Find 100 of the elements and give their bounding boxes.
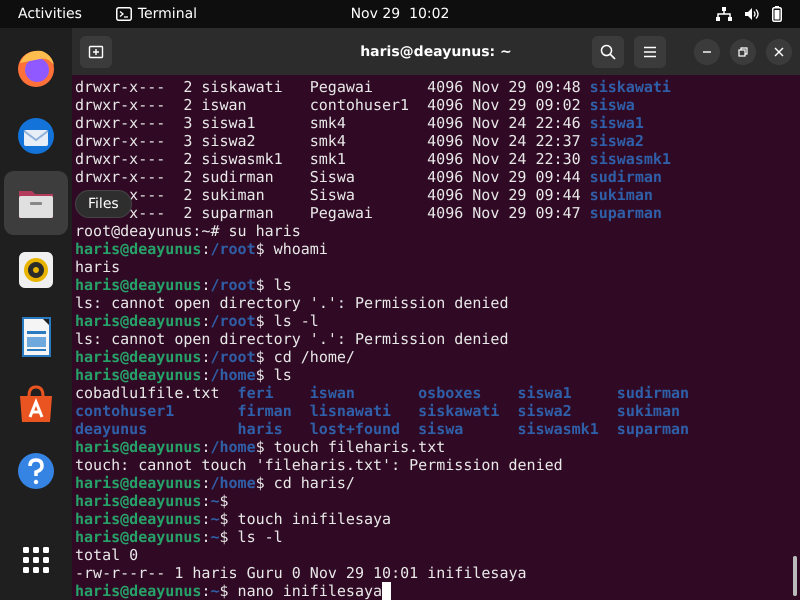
command-text: cd /home/ — [272, 348, 355, 366]
command-text: ls -l — [236, 528, 283, 546]
output-line: touch: cannot touch 'fileharis.txt': Permission denied — [75, 456, 563, 474]
command-text: ls — [274, 366, 292, 384]
directory-name: siswa2 — [517, 402, 573, 420]
directory-name: sudirman — [616, 384, 690, 402]
directory-name: sukiman — [590, 186, 653, 204]
size-text: 4096 — [427, 204, 464, 222]
prompt-path: :~$ — [201, 528, 229, 546]
restore-button[interactable] — [730, 38, 756, 64]
menu-button[interactable] — [634, 36, 666, 68]
prompt-user: haris@deayunus — [75, 492, 202, 510]
directory-name: siswa2 — [590, 132, 644, 150]
size-text: 4096 — [427, 132, 464, 150]
directory-name: suparman — [590, 204, 662, 222]
size-text: 4096 — [427, 150, 464, 168]
size-text: 4096 — [427, 186, 464, 204]
date-text: Nov 24 22:37 — [472, 132, 582, 150]
directory-name: iswan — [310, 384, 356, 402]
permissions-text: drwxr-x--- — [75, 96, 166, 114]
group-text: contohuser1 — [310, 96, 410, 114]
date-text: Nov 29 09:02 — [472, 96, 582, 114]
output-line: haris — [75, 258, 120, 276]
prompt-path: :/root$ — [201, 312, 265, 330]
app-menu-label[interactable]: Terminal — [138, 6, 198, 22]
close-button[interactable] — [766, 38, 792, 64]
link-count: 3 — [183, 114, 194, 132]
permissions-text: drwxr-x--- — [75, 132, 166, 150]
prompt-path: :~$ — [201, 582, 229, 600]
prompt-user: haris@deayunus — [75, 348, 202, 366]
group-text: Pegawai — [310, 204, 374, 222]
restore-icon — [738, 46, 748, 56]
directory-name: siskawati — [590, 78, 671, 96]
prompt-path: :/root$ — [201, 276, 265, 294]
command-text: cd haris/ — [272, 474, 355, 492]
menu-icon — [643, 46, 657, 58]
directory-name: haris — [238, 420, 284, 438]
prompt-user: haris@deayunus — [75, 312, 202, 330]
clock[interactable]: Nov 29 10:02 — [350, 6, 450, 22]
prompt-user: haris@deayunus — [75, 276, 202, 294]
directory-name: suparman — [616, 420, 690, 438]
directory-name: siswa1 — [590, 114, 644, 132]
group-text: smk1 — [310, 150, 347, 168]
group-text: smk4 — [310, 114, 347, 132]
group-text: smk4 — [310, 132, 347, 150]
directory-name: sukiman — [616, 402, 682, 420]
link-count: 2 — [183, 204, 194, 222]
permissions-text: drwxr-x--- — [75, 78, 166, 96]
date-text: Nov 29 09:47 — [472, 204, 582, 222]
prompt-user: haris@deayunus — [75, 366, 202, 384]
owner-text: siswasmk1 — [201, 150, 284, 168]
prompt-path: :/root$ — [201, 240, 265, 258]
new-tab-button[interactable] — [80, 36, 112, 68]
owner-text: sukiman — [201, 186, 266, 204]
network-icon[interactable] — [716, 7, 732, 21]
directory-name: siswasmk1 — [517, 420, 600, 438]
link-count: 3 — [183, 132, 194, 150]
directory-name: contohuser1 — [75, 402, 176, 420]
command-text: touch fileharis.txt — [272, 438, 446, 456]
date-text: Nov 29 09:48 — [472, 78, 582, 96]
command-text: touch inifilesaya — [236, 510, 392, 528]
output-line: ls: cannot open directory '.': Permission denied — [75, 294, 508, 312]
directory-name: feri — [238, 384, 275, 402]
owner-text: suparman — [201, 204, 275, 222]
size-text: 4096 — [427, 96, 464, 114]
owner-text: sudirman — [201, 168, 275, 186]
permissions-text: x--- — [129, 186, 166, 204]
prompt-user: haris@deayunus — [75, 582, 202, 600]
prompt-path: :~$ — [201, 492, 229, 510]
search-button[interactable] — [592, 36, 624, 68]
minimize-button[interactable] — [694, 38, 720, 64]
prompt-path: :/home$ — [201, 366, 265, 384]
link-count: 2 — [183, 96, 194, 114]
size-text: 4096 — [427, 78, 464, 96]
battery-icon[interactable] — [772, 6, 782, 22]
date-text: Nov 24 22:30 — [472, 150, 582, 168]
new-tab-icon — [88, 44, 104, 60]
owner-text: siswa2 — [201, 132, 257, 150]
size-text: 4096 — [427, 114, 464, 132]
prompt-path: :/home$ — [201, 474, 265, 492]
permissions-text: drwxr-x--- — [75, 168, 166, 186]
output-line: total 0 — [75, 546, 138, 564]
command-text: nano inifilesaya — [236, 582, 382, 600]
directory-name: deayunus — [75, 420, 148, 438]
prompt-user: haris@deayunus — [75, 528, 202, 546]
directory-name: osboxes — [418, 384, 482, 402]
link-count: 2 — [183, 78, 194, 96]
output-line: -rw-r--r-- 1 haris Guru 0 Nov 29 10:01 inifilesaya — [75, 564, 527, 582]
dock-item[interactable] — [4, 171, 68, 235]
volume-icon[interactable] — [744, 7, 760, 21]
prompt-user: haris@deayunus — [75, 510, 202, 528]
command-text: ls -l — [272, 312, 319, 330]
output-line: ls: cannot open directory '.': Permission denied — [75, 330, 508, 348]
date-text: Nov 29 09:44 — [472, 168, 582, 186]
activities-button[interactable]: Activities — [18, 6, 82, 22]
file-name: cobadlu1file.txt — [75, 384, 220, 402]
scrollbar[interactable] — [793, 556, 797, 596]
owner-text: iswan — [201, 96, 248, 114]
search-icon — [600, 44, 616, 60]
size-text: 4096 — [427, 168, 464, 186]
